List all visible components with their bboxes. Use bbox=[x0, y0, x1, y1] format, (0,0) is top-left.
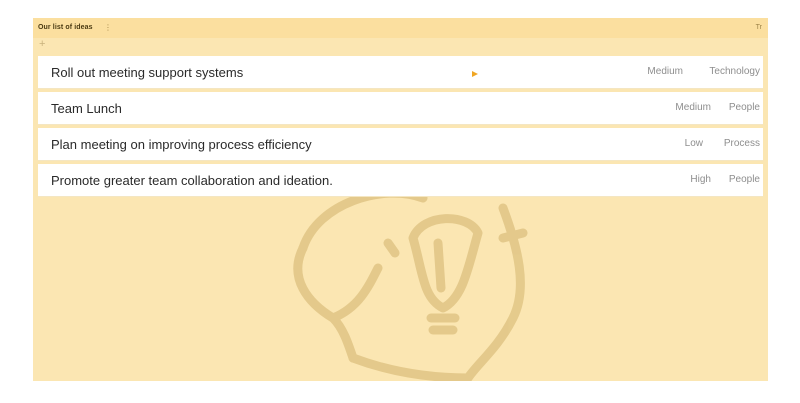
idea-title: Plan meeting on improving process effici… bbox=[51, 137, 312, 152]
play-icon[interactable] bbox=[472, 71, 478, 77]
idea-priority: Medium bbox=[647, 66, 683, 77]
idea-category: People bbox=[728, 102, 760, 113]
idea-card[interactable]: Plan meeting on improving process effici… bbox=[38, 128, 763, 161]
board-title: Our list of ideas bbox=[38, 24, 93, 31]
idea-card[interactable]: Team Lunch Medium People bbox=[38, 92, 763, 125]
idea-category: Process bbox=[723, 138, 760, 149]
idea-category: People bbox=[728, 174, 760, 185]
idea-priority: Low bbox=[684, 138, 703, 149]
board-header: Our list of ideas ⋮ Tr bbox=[33, 18, 768, 38]
idea-priority: High bbox=[690, 174, 711, 185]
lightbulb-head-icon bbox=[293, 188, 528, 381]
add-idea-button[interactable]: + bbox=[39, 38, 45, 50]
idea-title: Roll out meeting support systems bbox=[51, 65, 244, 80]
idea-title: Promote greater team collaboration and i… bbox=[51, 173, 333, 188]
board-menu-button[interactable]: ⋮ bbox=[104, 23, 112, 32]
idea-card[interactable]: Promote greater team collaboration and i… bbox=[38, 164, 763, 197]
text-format-button[interactable]: Tr bbox=[756, 24, 762, 31]
idea-card[interactable]: Roll out meeting support systems Medium … bbox=[38, 56, 763, 89]
ideas-board: Our list of ideas ⋮ Tr + Roll out meetin… bbox=[33, 18, 768, 381]
idea-title: Team Lunch bbox=[51, 101, 122, 116]
idea-category: Technology bbox=[709, 66, 760, 77]
idea-priority: Medium bbox=[675, 102, 711, 113]
ideas-list: Roll out meeting support systems Medium … bbox=[38, 56, 763, 200]
